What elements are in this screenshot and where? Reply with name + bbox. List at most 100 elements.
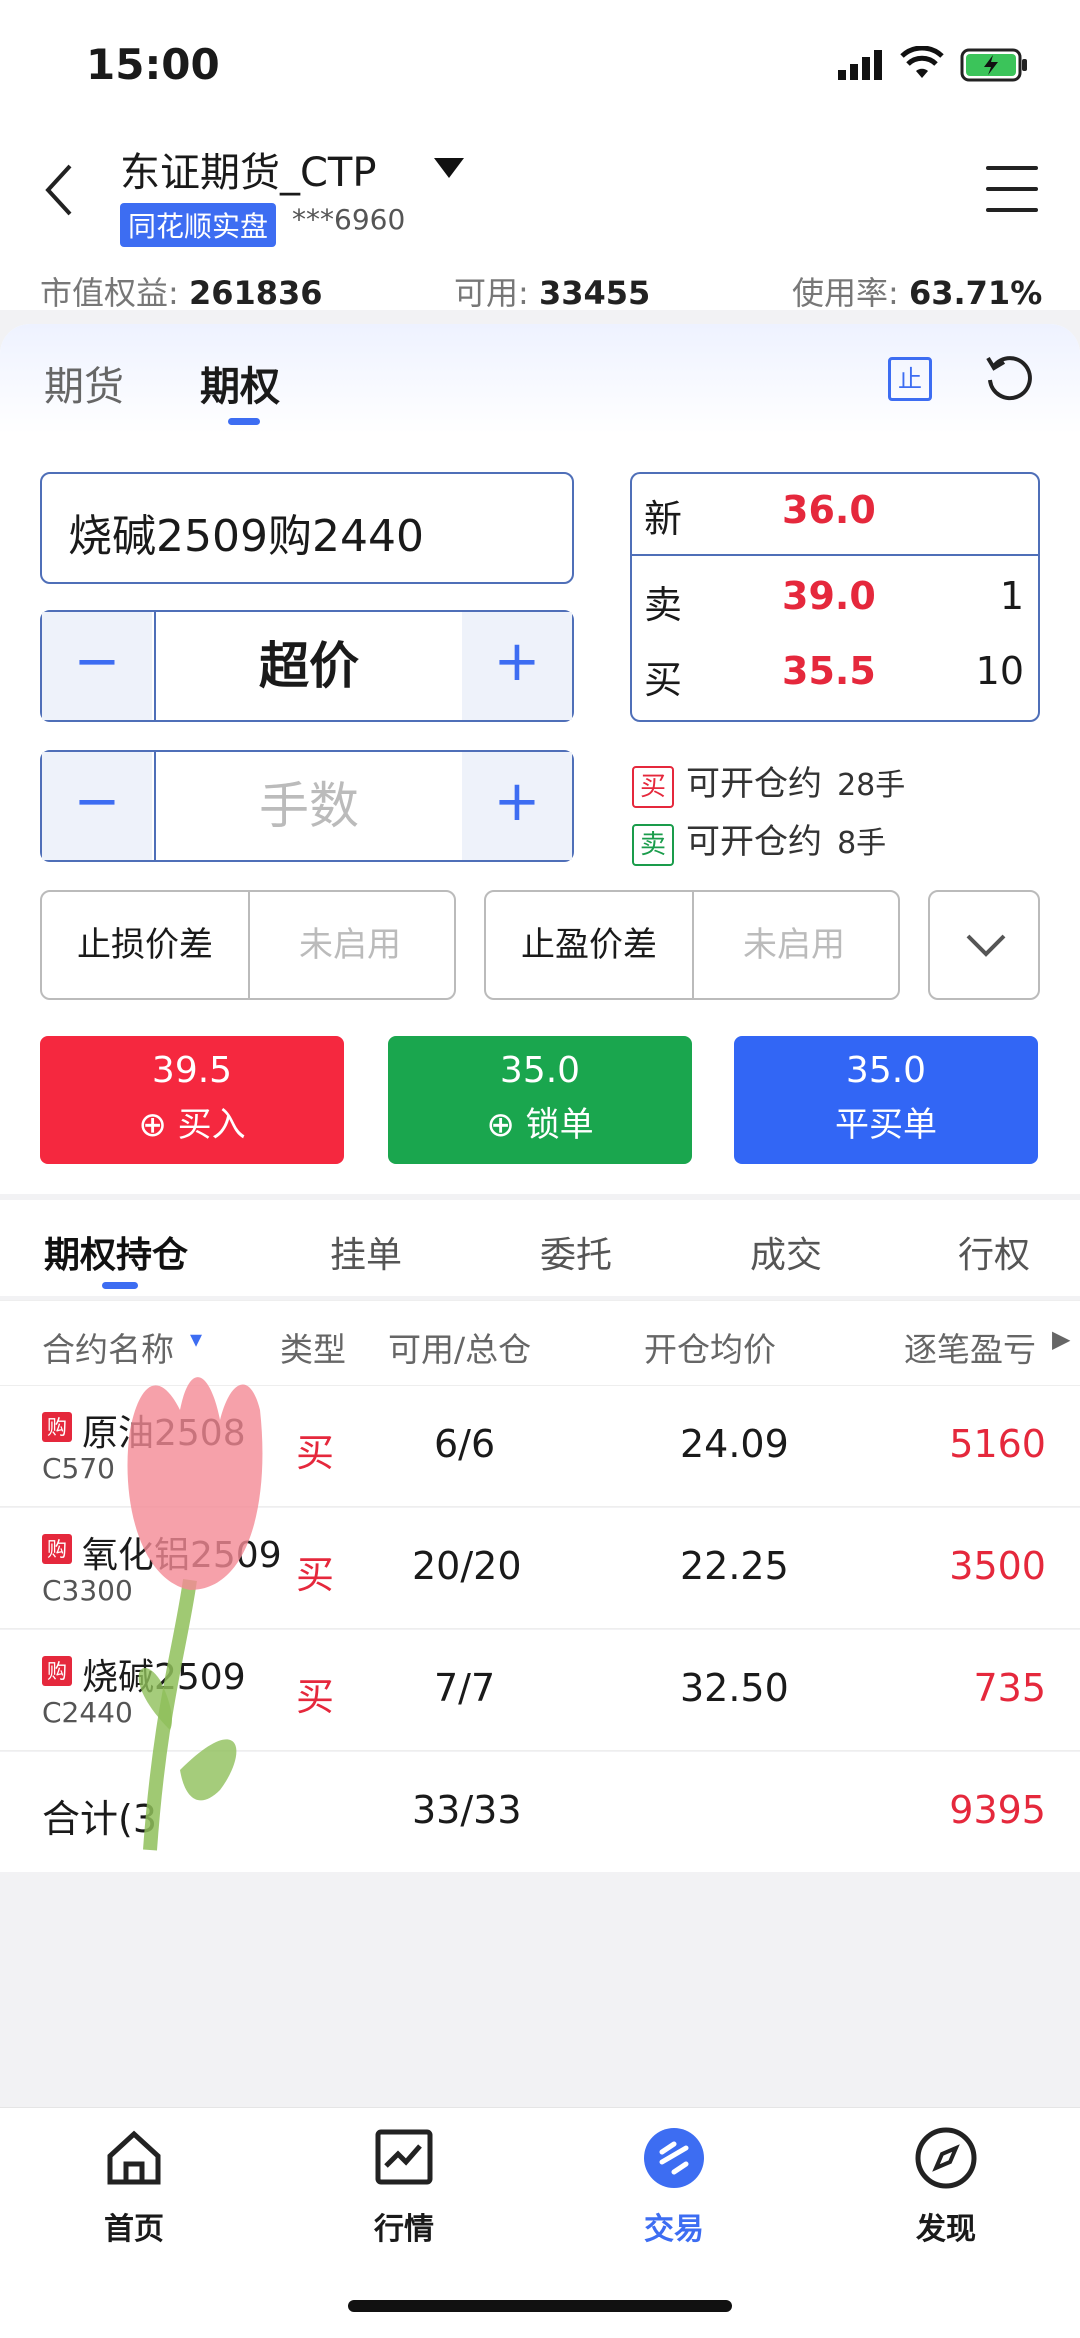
- openable-buy: 买可开仓约 28手: [632, 756, 905, 808]
- call-tag: 购: [42, 1412, 72, 1442]
- equity-label: 市值权益:: [40, 274, 179, 312]
- avg-price: 32.50: [680, 1666, 789, 1710]
- col-qty: 可用/总仓: [388, 1330, 532, 1369]
- lock-button[interactable]: 35.0 ⊕ 锁单: [388, 1036, 692, 1164]
- nav-market[interactable]: 行情: [334, 2126, 474, 2248]
- buy-price: 39.5: [151, 1050, 233, 1091]
- buy-label: 买入: [177, 1105, 246, 1145]
- nav-trade[interactable]: 交易: [604, 2126, 744, 2248]
- tab-underline: [228, 418, 260, 425]
- close-price: 35.0: [845, 1050, 927, 1091]
- chart-icon: [375, 2129, 433, 2185]
- wifi-icon: [900, 45, 944, 84]
- home-icon: [107, 2130, 161, 2185]
- contract-input[interactable]: 烧碱2509购2440: [40, 472, 574, 584]
- lock-label: 锁单: [525, 1105, 594, 1145]
- broker-name[interactable]: 东证期货_CTP: [120, 140, 376, 198]
- close-label: 平买单: [835, 1105, 937, 1145]
- sort-icon[interactable]: ▾: [190, 1325, 202, 1353]
- bid-volume: 10: [975, 649, 1024, 693]
- call-tag: 购: [42, 1534, 72, 1564]
- sell-openable-qty: 8手: [837, 826, 887, 861]
- position-type: 买: [296, 1675, 335, 1719]
- account-badge: 同花顺实盘: [120, 203, 277, 247]
- refresh-icon[interactable]: [984, 352, 1034, 406]
- dropdown-caret-icon[interactable]: [432, 156, 466, 184]
- battery-icon: [960, 48, 1030, 86]
- buy-openable-text: 可开仓约: [686, 764, 822, 804]
- lock-price: 35.0: [499, 1050, 581, 1091]
- position-qty: 20/20: [412, 1544, 522, 1588]
- tab-underline: [102, 1282, 138, 1289]
- menu-icon[interactable]: [986, 166, 1038, 229]
- usage-value: 63.71%: [908, 274, 1043, 312]
- bid-price: 35.5: [782, 649, 876, 693]
- trade-icon: [644, 2128, 704, 2188]
- nav-home[interactable]: 首页: [64, 2126, 204, 2248]
- position-type: 买: [296, 1553, 335, 1597]
- pnl: 735: [973, 1666, 1046, 1710]
- pnl: 5160: [949, 1422, 1046, 1466]
- expand-options-button[interactable]: [928, 890, 1040, 1000]
- stop-order-icon[interactable]: 止: [888, 357, 932, 401]
- tab-positions[interactable]: 期权持仓: [44, 1226, 188, 1278]
- tulip-drawing: [100, 1350, 290, 1874]
- tab-orders[interactable]: 委托: [540, 1226, 612, 1278]
- nav-discover-label: 发现: [916, 2212, 976, 2247]
- position-type: 买: [296, 1431, 335, 1475]
- signal-icon: [838, 50, 884, 84]
- last-label: 新: [644, 497, 683, 541]
- stop-small-icon: ⊕: [138, 1105, 178, 1145]
- call-tag: 购: [42, 1656, 72, 1686]
- close-buy-button[interactable]: 35.0 平买单: [734, 1036, 1038, 1164]
- price-minus-button[interactable]: −: [42, 612, 152, 720]
- tab-exercise[interactable]: 行权: [958, 1226, 1030, 1278]
- last-price: 36.0: [782, 488, 876, 532]
- price-type[interactable]: 超价: [154, 612, 464, 720]
- take-profit-field[interactable]: 止盈价差 未启用: [484, 890, 900, 1000]
- chevron-down-icon: [966, 934, 1006, 957]
- tab-trades[interactable]: 成交: [750, 1226, 822, 1278]
- stop-loss-value[interactable]: 未启用: [250, 892, 450, 998]
- col-avg: 开仓均价: [644, 1330, 776, 1369]
- price-stepper: − 超价 +: [40, 610, 574, 722]
- qty-plus-button[interactable]: +: [462, 752, 572, 860]
- tab-pending[interactable]: 挂单: [330, 1226, 402, 1278]
- nav-home-label: 首页: [104, 2212, 164, 2247]
- tab-futures[interactable]: 期货: [44, 354, 124, 412]
- stop-loss-field[interactable]: 止损价差 未启用: [40, 890, 456, 1000]
- buy-tag: 买: [632, 766, 674, 808]
- position-qty: 6/6: [434, 1422, 496, 1466]
- equity-value: 261836: [188, 274, 323, 312]
- status-time: 15:00: [86, 40, 220, 89]
- account-number: ***6960: [292, 203, 406, 236]
- stop-small-icon: ⊕: [486, 1105, 526, 1145]
- position-qty: 7/7: [434, 1666, 496, 1710]
- tab-options[interactable]: 期权: [200, 354, 280, 412]
- pnl: 3500: [949, 1544, 1046, 1588]
- quote-box: 新 36.0 卖 39.0 1 买 35.5 10: [630, 472, 1040, 722]
- available-value: 33455: [538, 274, 651, 312]
- available-label: 可用:: [454, 274, 529, 312]
- avg-price: 22.25: [680, 1544, 789, 1588]
- total-qty: 33/33: [412, 1788, 522, 1832]
- usage-label: 使用率:: [792, 274, 899, 312]
- back-icon[interactable]: [40, 160, 80, 220]
- sell-tag: 卖: [632, 824, 674, 866]
- nav-discover[interactable]: 发现: [876, 2126, 1016, 2248]
- home-indicator: [348, 2300, 732, 2312]
- qty-input[interactable]: 手数: [154, 752, 464, 860]
- qty-minus-button[interactable]: −: [42, 752, 152, 860]
- buy-openable-qty: 28手: [837, 768, 906, 803]
- nav-trade-label: 交易: [644, 2212, 704, 2247]
- take-profit-value[interactable]: 未启用: [694, 892, 894, 998]
- scroll-right-icon[interactable]: ▶: [1052, 1325, 1070, 1353]
- openable-sell: 卖可开仓约 8手: [632, 814, 886, 866]
- ask-price: 39.0: [782, 574, 876, 618]
- ask-label: 卖: [644, 583, 683, 627]
- ask-volume: 1: [999, 574, 1024, 618]
- total-pnl: 9395: [949, 1788, 1046, 1832]
- price-plus-button[interactable]: +: [462, 612, 572, 720]
- compass-icon: [915, 2127, 977, 2189]
- buy-button[interactable]: 39.5 ⊕ 买入: [40, 1036, 344, 1164]
